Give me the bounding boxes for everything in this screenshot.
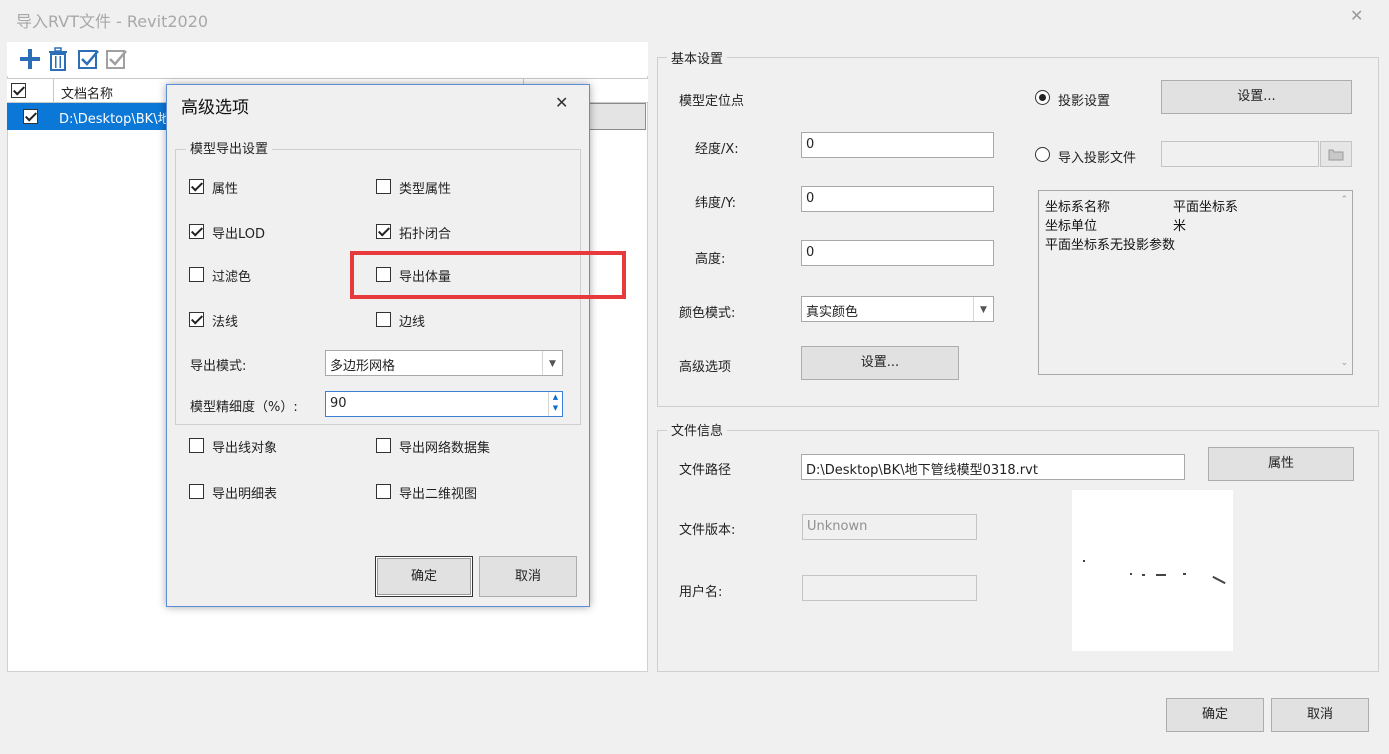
dialog-ok-button[interactable]: 确定 — [375, 556, 473, 597]
lat-input[interactable]: 0 — [801, 186, 994, 212]
export-lod-checkbox[interactable] — [189, 224, 204, 239]
precision-value: 90 — [330, 396, 347, 411]
export-schedule-checkbox[interactable] — [189, 484, 204, 499]
precision-stepper[interactable]: 90 ▲ ▼ — [325, 391, 563, 417]
export-2d-checkbox[interactable] — [376, 484, 391, 499]
toolbar — [7, 42, 648, 76]
properties-button[interactable]: 属性 — [1208, 447, 1354, 481]
export-network-checkbox[interactable] — [376, 438, 391, 453]
lon-label: 经度/X: — [695, 142, 739, 157]
color-mode-label: 颜色模式: — [679, 306, 736, 321]
advanced-settings-button[interactable]: 设置... — [801, 346, 959, 380]
close-icon[interactable]: ✕ — [555, 93, 568, 112]
file-version-label: 文件版本: — [679, 523, 736, 538]
plus-icon[interactable] — [18, 46, 42, 72]
dialog-cancel-button[interactable]: 取消 — [479, 556, 577, 597]
preview-mark — [1142, 574, 1145, 576]
info-key: 坐标单位 — [1045, 219, 1098, 234]
model-export-title: 模型导出设置 — [186, 138, 273, 157]
info-key: 平面坐标系无投影参数 — [1045, 238, 1176, 253]
projection-setting-radio[interactable] — [1035, 90, 1050, 105]
normal-checkbox[interactable] — [189, 312, 204, 327]
info-key: 坐标系名称 — [1045, 200, 1111, 215]
import-projection-radio[interactable] — [1035, 147, 1050, 162]
chevron-down-icon[interactable]: ▼ — [973, 297, 993, 321]
export-network-label[interactable]: 导出网络数据集 — [399, 437, 490, 456]
scroll-down-icon[interactable]: ⌄ — [1340, 358, 1348, 368]
cancel-button[interactable]: 取消 — [1271, 698, 1369, 732]
header-divider — [53, 79, 54, 103]
dialog-title: 高级选项 — [181, 98, 249, 118]
type-attr-checkbox[interactable] — [376, 179, 391, 194]
topo-close-checkbox[interactable] — [376, 224, 391, 239]
user-input[interactable] — [802, 575, 977, 601]
preview-mark — [1083, 560, 1085, 562]
ok-button[interactable]: 确定 — [1166, 698, 1264, 732]
normal-label[interactable]: 法线 — [212, 311, 238, 330]
edge-checkbox[interactable] — [376, 312, 391, 327]
scroll-up-icon[interactable]: ⌃ — [1340, 195, 1348, 205]
export-mode-select[interactable]: 多边形网格 ▼ — [325, 350, 563, 376]
origin-label: 模型定位点 — [679, 94, 745, 109]
row-cell — [587, 103, 646, 130]
export-2d-label[interactable]: 导出二维视图 — [399, 483, 477, 502]
attr-label[interactable]: 属性 — [212, 178, 238, 197]
file-info-title: 文件信息 — [667, 420, 728, 439]
color-mode-value: 真实颜色 — [806, 305, 859, 320]
highlight-box — [350, 251, 626, 299]
stepper-arrows-icon[interactable]: ▲ ▼ — [548, 392, 562, 416]
lon-input[interactable]: 0 — [801, 132, 994, 158]
projection-setting-button[interactable]: 设置... — [1161, 80, 1352, 114]
check-gray-icon[interactable] — [105, 46, 129, 72]
height-label: 高度: — [695, 252, 726, 267]
lat-label: 纬度/Y: — [695, 196, 736, 211]
basic-settings-title: 基本设置 — [667, 48, 728, 67]
type-attr-label[interactable]: 类型属性 — [399, 178, 451, 197]
coordinate-info-box: 坐标系名称 平面坐标系 坐标单位 米 平面坐标系无投影参数 ⌃ ⌄ — [1038, 190, 1353, 375]
projection-setting-label[interactable]: 投影设置 — [1058, 90, 1110, 109]
model-preview — [1072, 490, 1233, 651]
window-title: 导入RVT文件 - Revit2020 — [16, 12, 209, 31]
filter-color-label[interactable]: 过滤色 — [212, 266, 251, 285]
export-lod-label[interactable]: 导出LOD — [212, 223, 265, 242]
close-icon[interactable]: ✕ — [1350, 6, 1363, 25]
height-input[interactable]: 0 — [801, 240, 994, 266]
filter-color-checkbox[interactable] — [189, 267, 204, 282]
topo-close-label[interactable]: 拓扑闭合 — [399, 223, 451, 242]
edge-label[interactable]: 边线 — [399, 311, 425, 330]
info-value: 米 — [1173, 219, 1187, 234]
export-mode-value: 多边形网格 — [330, 359, 396, 374]
row-path: D:\Desktop\BK\地 — [59, 112, 171, 127]
precision-label: 模型精细度（%）: — [190, 400, 298, 415]
import-projection-label[interactable]: 导入投影文件 — [1058, 147, 1136, 166]
select-all-checkbox[interactable] — [11, 83, 26, 98]
header-doc-name[interactable]: 文档名称 — [61, 83, 113, 102]
preview-mark — [1130, 573, 1132, 575]
user-label: 用户名: — [679, 585, 723, 600]
info-value: 平面坐标系 — [1173, 200, 1239, 215]
preview-mark — [1183, 573, 1186, 575]
attr-checkbox[interactable] — [189, 179, 204, 194]
file-path-input[interactable]: D:\Desktop\BK\地下管线模型0318.rvt — [801, 454, 1185, 480]
check-all-icon[interactable] — [77, 46, 101, 72]
advanced-label: 高级选项 — [679, 360, 732, 375]
preview-mark — [1212, 575, 1226, 585]
chevron-down-icon[interactable]: ▼ — [542, 351, 562, 375]
trash-icon[interactable] — [46, 46, 70, 72]
color-mode-select[interactable]: 真实颜色 ▼ — [801, 296, 994, 322]
row-checkbox[interactable] — [23, 109, 38, 124]
advanced-options-dialog: 高级选项 ✕ 模型导出设置 属性 类型属性 导出LOD 拓扑闭合 过滤色 导出体… — [166, 84, 590, 607]
preview-mark — [1156, 574, 1166, 576]
export-lines-label[interactable]: 导出线对象 — [212, 437, 277, 456]
export-schedule-label[interactable]: 导出明细表 — [212, 483, 277, 502]
import-projection-input[interactable] — [1161, 141, 1319, 167]
export-mode-label: 导出模式: — [190, 359, 247, 374]
export-lines-checkbox[interactable] — [189, 438, 204, 453]
file-version-input[interactable]: Unknown — [802, 514, 977, 540]
folder-icon[interactable] — [1320, 141, 1352, 167]
file-path-label: 文件路径 — [679, 463, 732, 478]
